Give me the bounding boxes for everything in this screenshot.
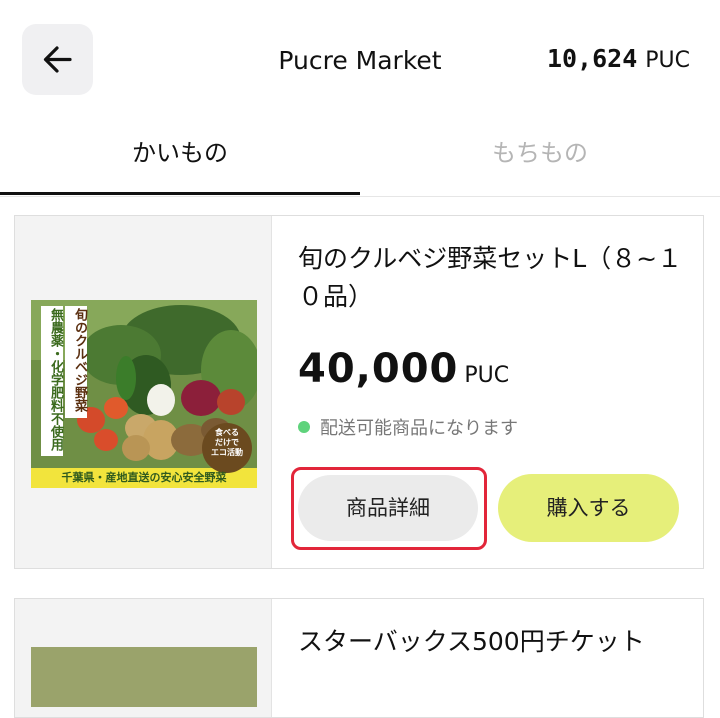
product-image: 無農薬・化学肥料不使用 旬のクルベジ野菜 千葉県・産地直送の安心安全野菜 食べる… (31, 300, 257, 488)
balance-display: 10,624 PUC (547, 42, 690, 79)
image-caption-left: 無農薬・化学肥料不使用 (48, 308, 63, 451)
product-price: 40,000 PUC (298, 346, 509, 392)
balance-unit: PUC (645, 48, 690, 73)
balance-amount: 10,624 (546, 44, 638, 73)
tab-inventory[interactable]: もちもの (360, 120, 720, 196)
product-image-area: 無農薬・化学肥料不使用 旬のクルベジ野菜 千葉県・産地直送の安心安全野菜 食べる… (15, 216, 272, 568)
image-caption-bottom: 千葉県・産地直送の安心安全野菜 (61, 471, 227, 484)
product-name: 旬のクルベジ野菜セットL（８~１０品） (298, 244, 683, 311)
product-image (31, 647, 257, 707)
badge-line-3: エコ活動 (211, 448, 243, 457)
status-dot-icon (298, 421, 310, 433)
purchase-button[interactable]: 購入する (498, 474, 679, 542)
tab-bar: かいもの もちもの (0, 120, 720, 197)
availability-text: 配送可能商品になります (320, 418, 518, 439)
product-image-area (15, 599, 272, 717)
availability-status: 配送可能商品になります (298, 414, 518, 440)
product-card: スターバックス500円チケット (14, 598, 704, 718)
badge-line-2: だけで (215, 438, 239, 447)
product-detail-button[interactable]: 商品詳細 (298, 475, 478, 541)
product-name: スターバックス500円チケット (298, 627, 645, 656)
active-tab-indicator (0, 192, 360, 195)
badge-line-1: 食べる (215, 428, 239, 437)
header: Pucre Market 10,624 PUC (0, 0, 720, 120)
image-caption-right: 旬のクルベジ野菜 (72, 308, 87, 412)
product-card: 無農薬・化学肥料不使用 旬のクルベジ野菜 千葉県・産地直送の安心安全野菜 食べる… (14, 215, 704, 569)
arrow-left-icon (43, 46, 72, 73)
page-title: Pucre Market (278, 46, 442, 75)
image-badge: 食べる だけで エコ活動 (202, 428, 252, 458)
back-button[interactable] (22, 24, 93, 95)
price-unit: PUC (464, 363, 510, 388)
price-amount: 40,000 (298, 346, 459, 392)
tab-shopping[interactable]: かいもの (0, 120, 360, 196)
